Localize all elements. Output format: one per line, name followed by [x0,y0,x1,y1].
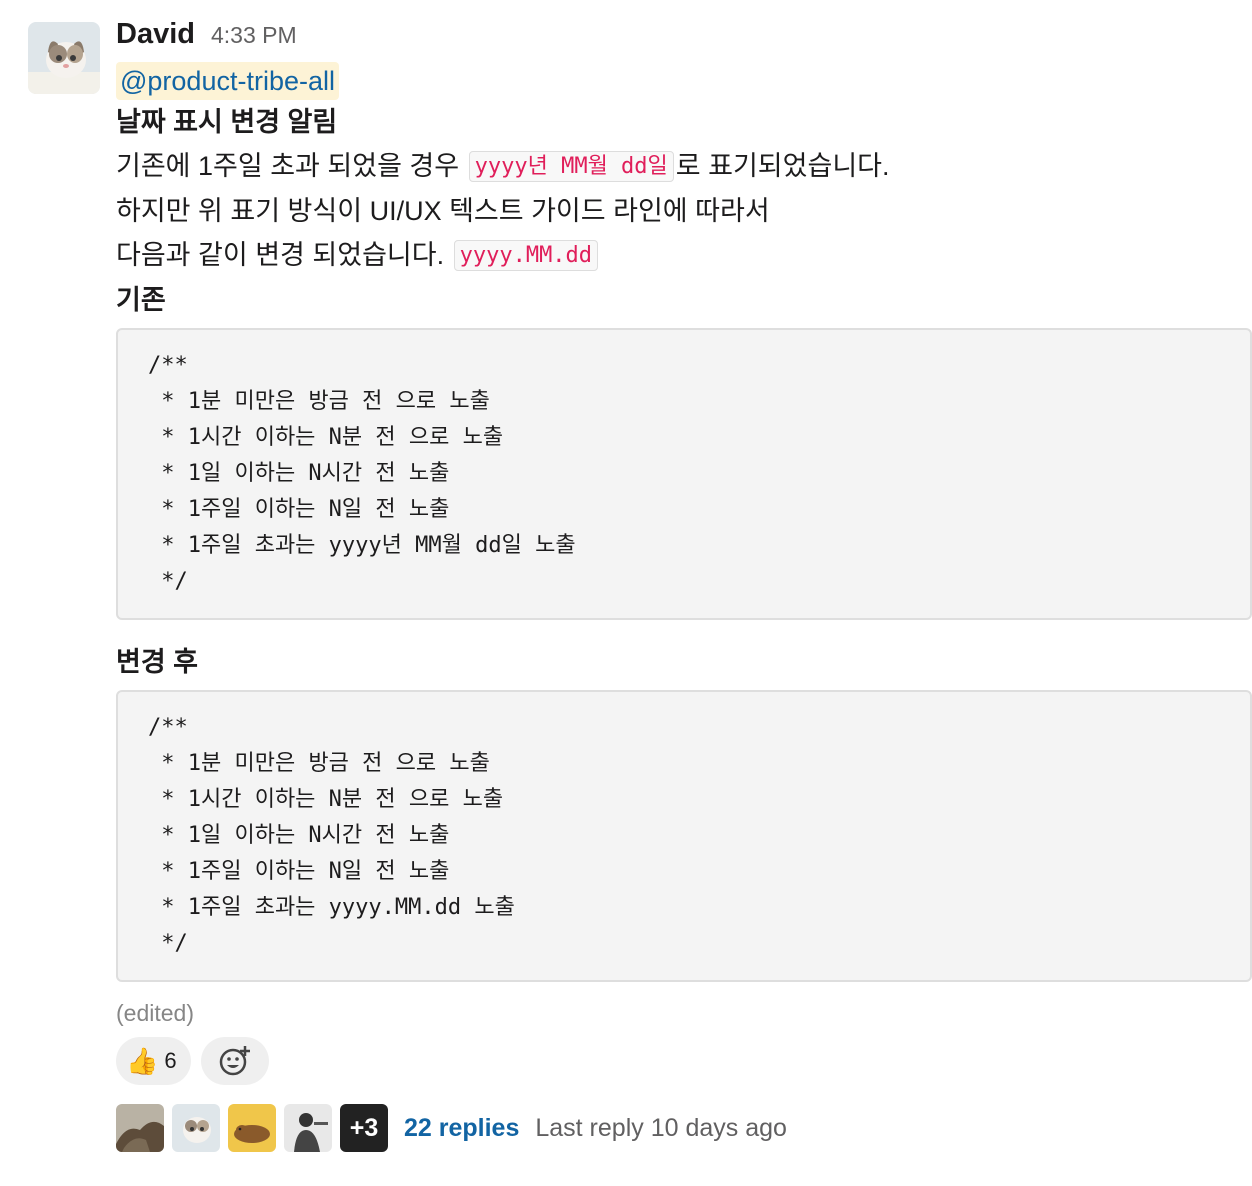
author-avatar[interactable] [28,22,100,94]
line3-text-before: 다음과 같이 변경 되었습니다. [116,240,452,270]
reply-avatar-4[interactable] [284,1104,332,1152]
replies-link[interactable]: 22 replies [404,1114,519,1143]
after-label: 변경 후 [116,647,199,677]
reply-avatar-1[interactable] [116,1104,164,1152]
reaction-thumbs-up[interactable]: 👍 6 [116,1037,191,1085]
reactions-bar: 👍 6 [116,1037,1252,1085]
message-timestamp[interactable]: 4:33 PM [211,22,297,49]
thread-summary[interactable]: +3 22 replies Last reply 10 days ago [116,1103,1252,1153]
reply-avatar-3[interactable] [228,1104,276,1152]
add-reaction-button[interactable] [200,1037,269,1085]
add-reaction-icon [219,1046,250,1076]
group-mention[interactable]: @product-tribe-all [116,62,339,100]
line1-text-after: 로 표기되었습니다. [675,151,890,181]
message-content: David 4:33 PM @product-tribe-all 날짜 표시 변… [116,18,1252,1153]
message-line-1: 기존에 1주일 초과 되었을 경우 yyyy년 MM월 dd일 로 표기되었습니다… [116,144,1252,189]
reply-avatar-2[interactable] [172,1104,220,1152]
inline-code-new-format: yyyy.MM.dd [453,240,599,271]
edited-label: (edited) [116,1000,194,1026]
code-block-before: /** * 1분 미만은 방금 전 으로 노출 * 1시간 이하는 N분 전 으… [116,328,1252,620]
more-repliers-badge[interactable]: +3 [340,1104,388,1152]
thumbs-up-icon: 👍 [126,1045,159,1076]
last-reply-text: Last reply 10 days ago [535,1113,787,1142]
inline-code-old-format: yyyy년 MM월 dd일 [468,151,674,182]
message-header: David 4:33 PM [116,18,1252,58]
code-block-after: /** * 1분 미만은 방금 전 으로 노출 * 1시간 이하는 N분 전 으… [116,690,1252,982]
message-title: 날짜 표시 변경 알림 [116,107,338,137]
line1-text-before: 기존에 1주일 초과 되었을 경우 [116,151,467,181]
message-line-2: 하지만 위 표기 방식이 UI/UX 텍스트 가이드 라인에 따라서 [116,196,770,226]
author-name[interactable]: David [116,18,195,51]
reaction-count: 6 [164,1048,177,1073]
before-label: 기존 [116,285,166,315]
message-line-3: 다음과 같이 변경 되었습니다. yyyy.MM.dd [116,233,1252,278]
